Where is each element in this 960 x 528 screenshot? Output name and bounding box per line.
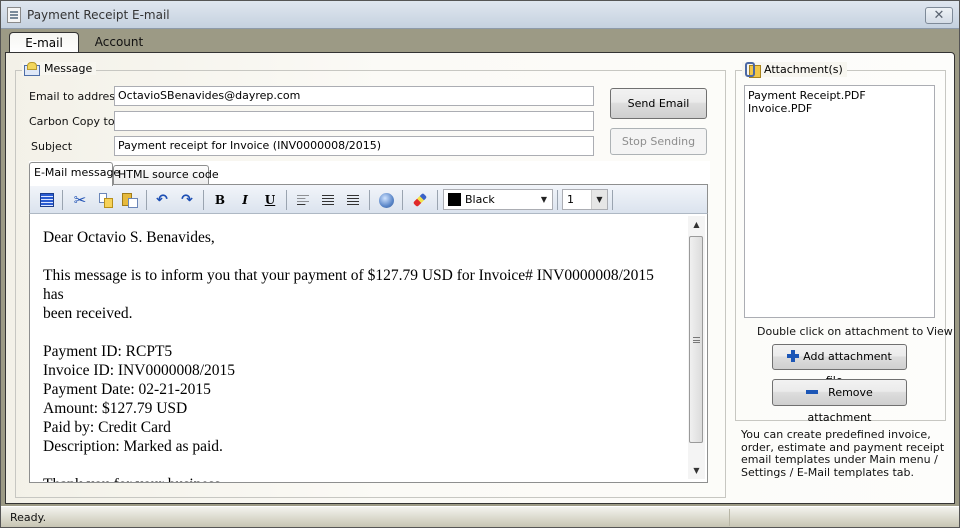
message-group-label: Message <box>44 62 93 75</box>
font-size-value: 1 <box>567 193 574 206</box>
app-document-icon <box>7 7 21 23</box>
cc-label: Carbon Copy to <box>29 115 115 128</box>
editor-vertical-scrollbar[interactable]: ▲ ▼ <box>688 216 705 479</box>
paste-button[interactable] <box>120 190 140 210</box>
send-email-button[interactable]: Send Email <box>610 88 707 119</box>
insert-link-icon <box>378 192 394 208</box>
stop-sending-button[interactable]: Stop Sending <box>610 128 707 155</box>
title-bar: Payment Receipt E-mail ✕ <box>1 1 959 29</box>
envelope-icon <box>24 62 40 76</box>
tab-html-source[interactable]: HTML source code <box>113 165 219 184</box>
detail-amount: Amount: $127.79 USD <box>43 400 188 417</box>
grip-icon <box>693 337 700 343</box>
scrollbar-thumb[interactable] <box>689 236 703 443</box>
font-size-select[interactable]: 1 ▼ <box>562 189 608 210</box>
main-tabs: E-mail Account <box>1 29 959 54</box>
insert-link-button[interactable] <box>376 190 396 210</box>
align-left-icon <box>297 194 309 206</box>
templates-note: You can create predefined invoice, order… <box>741 428 945 479</box>
undo-icon: ↶ <box>156 192 168 208</box>
align-right-button[interactable] <box>343 190 363 210</box>
attachment-item[interactable]: Invoice.PDF <box>748 102 931 115</box>
payment-receipt-email-window: Payment Receipt E-mail ✕ E-mail Account … <box>0 0 960 528</box>
attachments-list[interactable]: Payment Receipt.PDF Invoice.PDF <box>744 85 935 318</box>
copy-button[interactable] <box>96 190 116 210</box>
cut-button[interactable]: ✂ <box>70 190 90 210</box>
editor-toolbar: ✂ ↶ ↷ B I U Black ▼ 1 ▼ <box>29 184 708 214</box>
scroll-down-arrow-icon[interactable]: ▼ <box>688 462 705 479</box>
close-x-icon: ✕ <box>933 8 945 23</box>
bold-button[interactable]: B <box>210 190 230 210</box>
paste-icon <box>122 192 138 208</box>
minus-icon <box>806 386 819 398</box>
detail-payment-date: Payment Date: 02-21-2015 <box>43 381 211 398</box>
remove-attachment-button[interactable]: Remove attachment <box>772 379 907 424</box>
italic-icon: I <box>242 193 248 207</box>
underline-icon: U <box>264 193 276 207</box>
status-bar: Ready. <box>1 506 959 527</box>
greeting-line: Dear Octavio S. Benavides, <box>43 229 215 246</box>
align-right-icon <box>347 194 359 206</box>
detail-payment-id: Payment ID: RCPT5 <box>43 343 173 360</box>
cut-icon: ✂ <box>73 191 87 209</box>
attachment-item[interactable]: Payment Receipt.PDF <box>748 89 931 102</box>
message-group-title: Message <box>22 62 97 76</box>
font-color-value: Black <box>465 193 495 206</box>
window-title: Payment Receipt E-mail <box>27 8 170 22</box>
clear-format-icon <box>412 192 428 208</box>
close-button[interactable]: ✕ <box>925 7 953 24</box>
closing-line: Thank you for your business. <box>43 475 678 482</box>
bold-icon: B <box>214 193 226 207</box>
tab-email-message[interactable]: E-Mail message <box>29 162 120 186</box>
scroll-up-arrow-icon[interactable]: ▲ <box>688 216 705 233</box>
detail-paid-by: Paid by: Credit Card <box>43 419 171 436</box>
align-center-button[interactable] <box>318 190 338 210</box>
font-color-select[interactable]: Black ▼ <box>443 189 553 210</box>
plus-icon <box>787 350 800 362</box>
status-text: Ready. <box>10 511 47 524</box>
detail-description: Description: Marked as paid. <box>43 438 223 455</box>
chevron-down-icon: ▼ <box>540 195 548 204</box>
tab-email[interactable]: E-mail <box>9 32 79 54</box>
intro-line-1: This message is to inform you that your … <box>43 267 654 303</box>
attachment-clip-icon <box>744 62 761 78</box>
tab-account[interactable]: Account <box>87 32 151 54</box>
redo-button[interactable]: ↷ <box>177 190 197 210</box>
email-body-editor[interactable]: Dear Octavio S. Benavides, This message … <box>29 214 708 483</box>
italic-button[interactable]: I <box>235 190 255 210</box>
cc-input[interactable] <box>114 111 594 131</box>
email-to-label: Email to address <box>29 90 121 103</box>
email-body-text: Dear Octavio S. Benavides, This message … <box>43 228 678 482</box>
attachments-group-label: Attachment(s) <box>764 63 843 76</box>
copy-icon <box>99 192 113 208</box>
clear-format-button[interactable] <box>410 190 430 210</box>
color-swatch <box>448 193 461 206</box>
subject-input[interactable]: Payment receipt for Invoice (INV0000008/… <box>114 136 594 156</box>
intro-line-2: been received. <box>43 305 133 322</box>
align-left-button[interactable] <box>293 190 313 210</box>
status-divider <box>729 509 730 526</box>
align-center-icon <box>322 194 334 206</box>
email-to-input[interactable]: OctavioSBenavides@dayrep.com <box>114 86 594 106</box>
attachments-group-title: Attachment(s) <box>742 62 847 78</box>
select-all-icon <box>40 193 54 207</box>
detail-invoice-id: Invoice ID: INV0000008/2015 <box>43 362 235 379</box>
add-attachment-button[interactable]: Add attachment file... <box>772 344 907 387</box>
attachment-hint: Double click on attachment to View <box>757 325 953 338</box>
subject-label: Subject <box>31 140 73 153</box>
select-all-button[interactable] <box>37 190 57 210</box>
redo-icon: ↷ <box>181 192 193 208</box>
chevron-down-icon: ▼ <box>591 190 607 209</box>
underline-button[interactable]: U <box>260 190 280 210</box>
undo-button[interactable]: ↶ <box>152 190 172 210</box>
